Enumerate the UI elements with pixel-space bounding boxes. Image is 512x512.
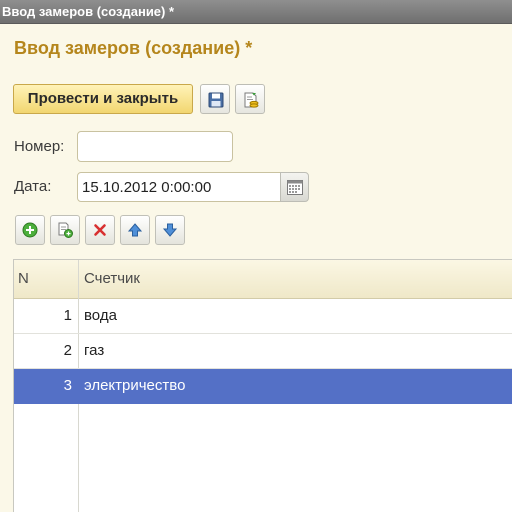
calendar-icon: [287, 180, 303, 195]
column-header-n[interactable]: N: [18, 260, 29, 298]
number-label: Номер:: [14, 138, 65, 155]
number-field[interactable]: [77, 131, 233, 162]
table-row-selected[interactable]: 3 электричество: [14, 369, 512, 404]
move-down-button[interactable]: [155, 215, 185, 245]
table-row[interactable]: 2 газ: [14, 334, 512, 369]
column-header-meter[interactable]: Счетчик: [84, 260, 140, 298]
form-title: Ввод замеров (создание) *: [14, 38, 253, 58]
post-and-close-button[interactable]: Провести и закрыть: [13, 84, 193, 114]
post-document-icon: [244, 92, 259, 108]
window-title: Ввод замеров (создание) *: [2, 4, 175, 19]
date-field[interactable]: 15.10.2012 0:00:00: [77, 172, 283, 202]
delete-row-button[interactable]: [85, 215, 115, 245]
add-icon: [22, 222, 38, 238]
table-header: N Счетчик: [14, 260, 512, 299]
move-up-icon: [127, 223, 143, 237]
copy-icon: [58, 222, 73, 238]
row-meter: электричество: [84, 377, 186, 394]
meters-table[interactable]: N Счетчик 1 вода 2 газ 3 электричество: [13, 259, 512, 512]
save-icon: [208, 92, 224, 108]
window-title-bar: Ввод замеров (создание) *: [0, 0, 512, 24]
table-row[interactable]: 1 вода: [14, 299, 512, 334]
add-row-button[interactable]: [15, 215, 45, 245]
move-down-icon: [162, 223, 178, 237]
date-label: Дата:: [14, 178, 52, 195]
post-document-button[interactable]: [235, 84, 265, 114]
row-number: 2: [63, 342, 72, 359]
delete-icon: [94, 224, 106, 236]
row-number: 3: [63, 377, 72, 394]
row-number: 1: [63, 307, 72, 324]
save-button[interactable]: [200, 84, 230, 114]
row-meter: вода: [84, 307, 117, 324]
move-up-button[interactable]: [120, 215, 150, 245]
row-meter: газ: [84, 342, 105, 359]
calendar-button[interactable]: [280, 172, 309, 202]
copy-row-button[interactable]: [50, 215, 80, 245]
